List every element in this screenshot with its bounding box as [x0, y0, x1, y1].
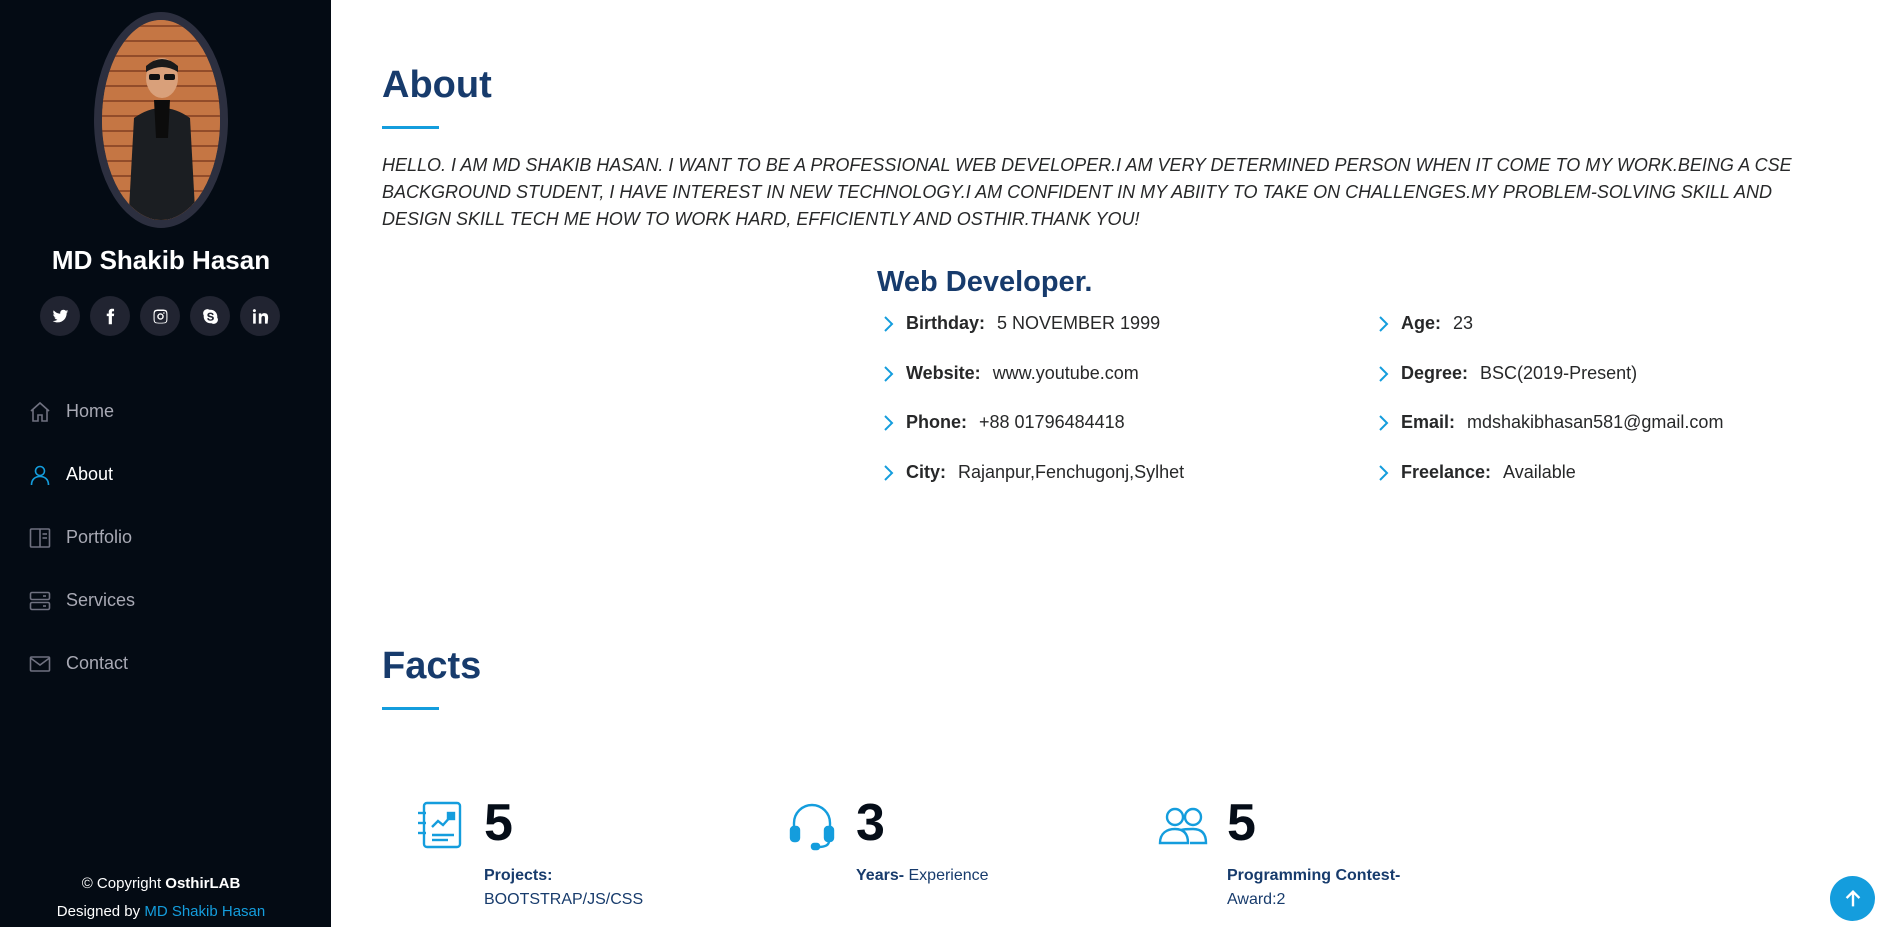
fact-text: Programming Contest- Award:2 — [1227, 864, 1487, 912]
info-value: Rajanpur,Fenchugonj,Sylhet — [958, 462, 1185, 482]
person-icon — [28, 463, 52, 487]
info-phone: Phone: +88 01796484418 — [882, 412, 1125, 433]
info-label: City: — [906, 462, 946, 482]
info-label: Phone: — [906, 412, 967, 432]
chevron-right-icon — [882, 414, 896, 432]
twitter-link[interactable] — [40, 296, 80, 336]
copyright: © Copyright OsthirLAB — [0, 870, 322, 898]
info-label: Birthday: — [906, 313, 986, 333]
info-label: Freelance: — [1401, 462, 1492, 482]
arrow-up-icon — [1845, 889, 1860, 906]
nav-label-contact: Contact — [66, 653, 129, 673]
fact-number: 3 — [856, 794, 885, 852]
fact-label: Projects: — [484, 867, 553, 884]
nav-label-about: About — [66, 464, 114, 484]
info-value: Available — [1503, 462, 1576, 482]
designer-link[interactable]: MD Shakib Hasan — [144, 903, 265, 920]
role-title: Web Developer. — [877, 266, 1093, 298]
designed-by: Designed by MD Shakib Hasan — [0, 898, 322, 926]
info-label: Website: — [906, 363, 981, 383]
back-to-top-button[interactable] — [1830, 876, 1875, 921]
linkedin-icon — [252, 308, 268, 324]
about-title-underline — [382, 126, 439, 129]
info-value: +88 01796484418 — [979, 412, 1125, 432]
nav-menu: Home About Portfolio Services Contact — [28, 380, 135, 695]
nav-label-services: Services — [66, 590, 136, 610]
info-value: BSC(2019-Present) — [1480, 363, 1638, 383]
home-icon — [28, 400, 52, 424]
nav-item-home[interactable]: Home — [28, 380, 135, 443]
sidebar: MD Shakib Hasan Home About Portfolio Ser… — [0, 0, 331, 927]
copyright-brand: OsthirLAB — [165, 875, 241, 892]
chevron-right-icon — [1377, 464, 1391, 482]
avatar — [94, 12, 228, 228]
info-age: Age: 23 — [1377, 313, 1473, 334]
designed-prefix: Designed by — [56, 903, 141, 920]
book-icon — [28, 526, 52, 550]
fact-text: Years- Experience — [856, 864, 1116, 888]
nav-item-contact[interactable]: Contact — [28, 632, 135, 695]
main-content: About HELLO. I AM MD SHAKIB HASAN. I WAN… — [331, 0, 1888, 927]
facts-title-underline — [382, 707, 439, 710]
info-city: City: Rajanpur,Fenchugonj,Sylhet — [882, 462, 1184, 483]
skype-icon — [202, 308, 218, 324]
person-photo — [128, 58, 196, 220]
chevron-right-icon — [882, 365, 896, 383]
info-degree: Degree: BSC(2019-Present) — [1377, 363, 1637, 384]
fact-text: Projects: BOOTSTRAP/JS/CSS — [484, 864, 744, 912]
info-label: Email: — [1401, 412, 1456, 432]
about-title: About — [382, 64, 492, 106]
profile-name: MD Shakib Hasan — [51, 245, 271, 275]
info-birthday: Birthday: 5 NOVEMBER 1999 — [882, 313, 1160, 334]
facebook-icon — [106, 308, 114, 324]
facebook-link[interactable] — [90, 296, 130, 336]
info-value: 5 NOVEMBER 1999 — [997, 313, 1161, 333]
chevron-right-icon — [1377, 365, 1391, 383]
about-text: HELLO. I AM MD SHAKIB HASAN. I WANT TO B… — [382, 155, 1792, 229]
fact-label: Years- — [856, 867, 905, 884]
info-freelance: Freelance: Available — [1377, 462, 1576, 483]
fact-detail: Award:2 — [1227, 891, 1286, 908]
people-icon — [1157, 799, 1209, 851]
copyright-prefix: © Copyright — [81, 875, 162, 892]
info-value: www.youtube.com — [992, 363, 1139, 383]
nav-label-portfolio: Portfolio — [66, 527, 133, 547]
facts-title: Facts — [382, 645, 482, 687]
envelope-icon — [28, 652, 52, 676]
chevron-right-icon — [882, 315, 896, 333]
info-value: 23 — [1453, 313, 1474, 333]
chevron-right-icon — [882, 464, 896, 482]
info-website: Website: www.youtube.com — [882, 363, 1139, 384]
nav-item-services[interactable]: Services — [28, 569, 135, 632]
nav-item-about[interactable]: About — [28, 443, 135, 506]
instagram-link[interactable] — [140, 296, 180, 336]
instagram-icon — [153, 309, 167, 323]
twitter-icon — [52, 309, 68, 322]
fact-detail: BOOTSTRAP/JS/CSS — [484, 891, 644, 908]
info-value: mdshakibhasan581@gmail.com — [1467, 412, 1724, 432]
info-email: Email: mdshakibhasan581@gmail.com — [1377, 412, 1723, 433]
sidebar-footer: © Copyright OsthirLAB Designed by MD Sha… — [0, 870, 322, 926]
journal-richtext-icon — [414, 799, 466, 851]
linkedin-link[interactable] — [240, 296, 280, 336]
skype-link[interactable] — [190, 296, 230, 336]
info-label: Degree: — [1401, 363, 1469, 383]
nav-item-portfolio[interactable]: Portfolio — [28, 506, 135, 569]
info-label: Age: — [1401, 313, 1441, 333]
chevron-right-icon — [1377, 414, 1391, 432]
server-icon — [28, 589, 52, 613]
fact-number: 5 — [484, 794, 513, 852]
headset-icon — [786, 799, 838, 851]
social-links — [40, 296, 280, 336]
fact-number: 5 — [1227, 794, 1256, 852]
nav-label-home: Home — [66, 401, 115, 421]
chevron-right-icon — [1377, 315, 1391, 333]
fact-detail: Experience — [908, 867, 989, 884]
fact-label: Programming Contest- — [1227, 867, 1401, 884]
